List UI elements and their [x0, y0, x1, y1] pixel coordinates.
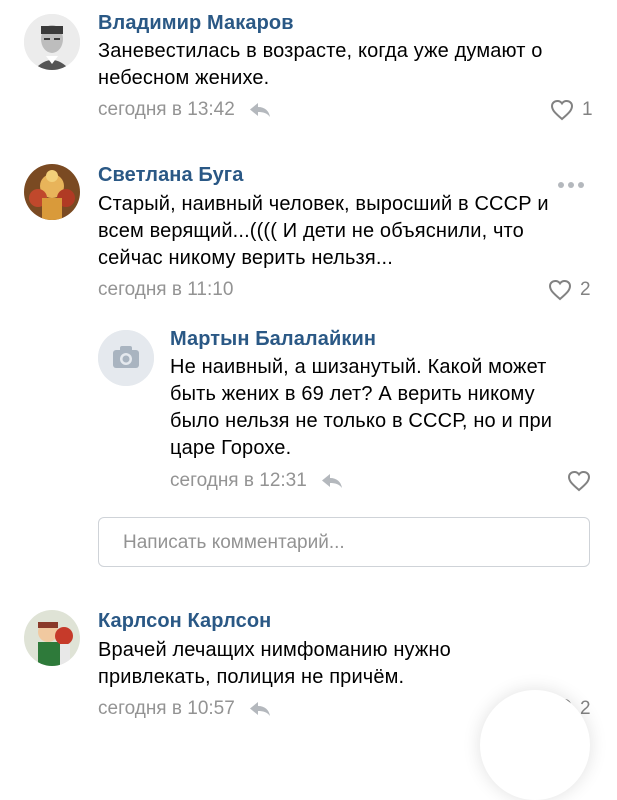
like-count: 1 — [582, 99, 593, 120]
comment-author[interactable]: Карлсон Карлсон — [98, 610, 271, 633]
comment-input-field[interactable]: Написать комментарий... — [98, 517, 590, 567]
comment-text: Старый, наивный человек, выросший в СССР… — [98, 193, 549, 269]
painted-figure-avatar-icon — [24, 164, 80, 220]
reply-text: Не наивный, а шизанутый. Какой может быт… — [170, 356, 553, 459]
reply-item: Мартын Балалайкин Не наивный, а шизануты… — [0, 320, 617, 500]
floating-action-button[interactable] — [480, 690, 590, 800]
reply-meta: сегодня в 12:31 — [170, 470, 343, 492]
camera-icon — [98, 330, 154, 386]
reply-time[interactable]: сегодня в 12:31 — [170, 470, 307, 492]
avatar[interactable] — [24, 14, 80, 70]
comment-item: Владимир Макаров Заневестилась в возраст… — [0, 0, 617, 140]
avatar[interactable] — [24, 164, 80, 220]
heart-icon — [548, 279, 572, 301]
comment-author[interactable]: Владимир Макаров — [98, 12, 294, 35]
comment-time[interactable]: сегодня в 11:10 — [98, 279, 233, 301]
reply-icon[interactable] — [249, 102, 271, 118]
comment-text: Врачей лечащих нимфоманию нужно привлека… — [98, 639, 451, 688]
cartoon-avatar-icon — [24, 610, 80, 666]
comment-text: Заневестилась в возрасте, когда уже дума… — [98, 40, 543, 89]
avatar[interactable] — [24, 610, 80, 666]
like-button[interactable]: 1 — [550, 99, 593, 121]
comment-input-placeholder: Написать комментарий... — [123, 532, 345, 553]
heart-icon — [567, 470, 591, 492]
reply-icon[interactable] — [249, 701, 271, 717]
man-portrait-avatar-icon — [24, 14, 80, 70]
like-button[interactable] — [567, 470, 591, 492]
comment-author[interactable]: Светлана Буга — [98, 164, 243, 187]
like-count: 2 — [580, 279, 591, 300]
reply-author[interactable]: Мартын Балалайкин — [170, 328, 376, 351]
comment-time[interactable]: сегодня в 10:57 — [98, 698, 235, 720]
more-options-icon[interactable] — [558, 182, 584, 188]
comment-meta: сегодня в 13:42 — [98, 99, 271, 121]
like-button[interactable]: 2 — [548, 279, 591, 301]
comment-time[interactable]: сегодня в 13:42 — [98, 99, 235, 121]
comment-meta: сегодня в 11:10 — [98, 279, 233, 301]
reply-icon[interactable] — [321, 473, 343, 489]
comment-meta: сегодня в 10:57 — [98, 698, 271, 720]
avatar[interactable] — [98, 330, 154, 386]
comment-item: Светлана Буга Старый, наивный человек, в… — [0, 150, 617, 310]
heart-icon — [550, 99, 574, 121]
